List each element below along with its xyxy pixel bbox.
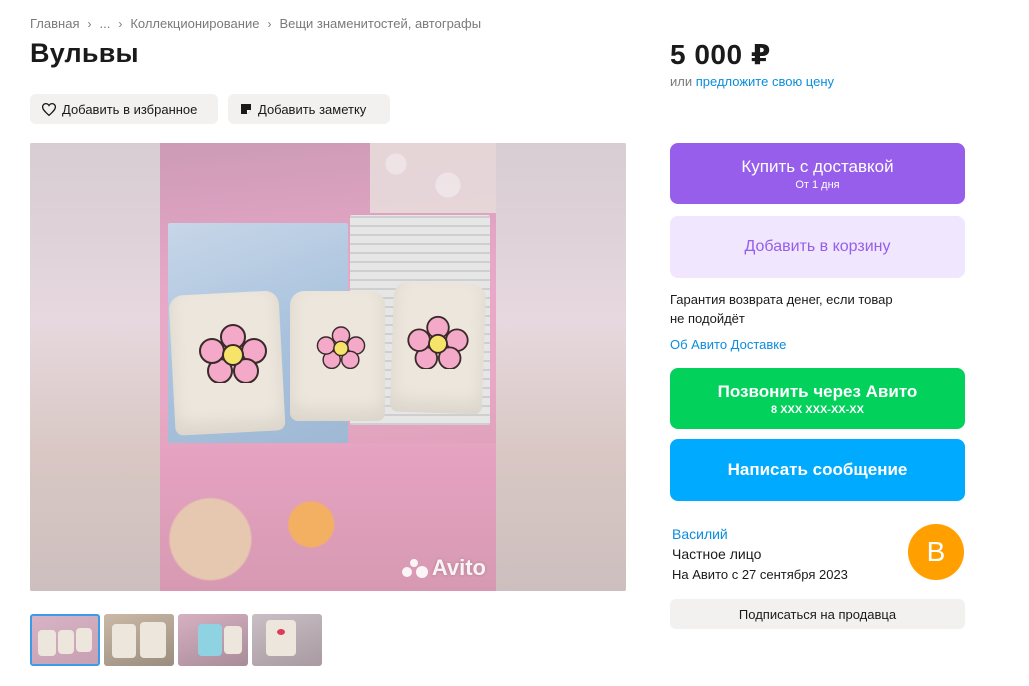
breadcrumb-ellipsis[interactable]: ... [99, 16, 110, 31]
avito-watermark: Avito [401, 555, 486, 581]
price: 5 000 ₽ [670, 39, 771, 70]
page-title: Вульвы [30, 38, 139, 68]
gallery-blur-right [496, 143, 626, 591]
offer-prefix: или [670, 74, 693, 89]
avito-watermark-text: Avito [431, 555, 486, 580]
money-back-guarantee: Гарантия возврата денег, если товар не п… [670, 290, 930, 328]
add-to-cart-label: Добавить в корзину [744, 238, 891, 255]
seller-avatar[interactable]: В [908, 524, 964, 580]
seller-name-link[interactable]: Василий [672, 526, 728, 542]
add-to-cart-button[interactable]: Добавить в корзину [670, 216, 965, 278]
heart-icon [42, 102, 56, 116]
add-note-label: Добавить заметку [258, 101, 367, 117]
flower-sticker-icon [407, 315, 469, 369]
add-note-button[interactable]: Добавить заметку [228, 94, 390, 124]
breadcrumb-collecting[interactable]: Коллекционирование [130, 16, 259, 31]
buy-button-sublabel: От 1 дня [795, 178, 840, 191]
photo-lace [370, 143, 496, 213]
breadcrumb-home[interactable]: Главная [30, 16, 79, 31]
guarantee-line-1: Гарантия возврата денег, если товар [670, 292, 893, 307]
thumbnail-3[interactable] [178, 614, 248, 666]
message-button-label: Написать сообщение [727, 460, 908, 479]
guarantee-line-2: не подойдёт [670, 311, 745, 326]
add-to-favorites-button[interactable]: Добавить в избранное [30, 94, 218, 124]
thumbnail-1[interactable] [30, 614, 100, 666]
main-photo[interactable]: Avito [160, 143, 496, 591]
chevron-right-icon: › [118, 16, 123, 31]
offer-price-link[interactable]: предложите свою цену [696, 74, 834, 89]
chevron-right-icon: › [87, 16, 92, 31]
note-icon [240, 103, 252, 115]
call-button-phone: 8 XXX XXX-XX-XX [771, 403, 864, 416]
gallery-blur-left [30, 143, 160, 591]
add-to-favorites-label: Добавить в избранное [62, 101, 198, 117]
thumbnail-strip [30, 614, 322, 666]
write-message-button[interactable]: Написать сообщение [670, 439, 965, 501]
buy-button-label: Купить с доставкой [741, 156, 894, 176]
call-via-avito-button[interactable]: Позвонить через Авито 8 XXX XXX-XX-XX [670, 368, 965, 429]
call-button-label: Позвонить через Авито [717, 381, 918, 401]
flower-sticker-icon [199, 324, 267, 383]
chevron-right-icon: › [267, 16, 272, 31]
about-delivery-link[interactable]: Об Авито Доставке [670, 337, 786, 352]
seller-type: Частное лицо [672, 546, 762, 562]
subscribe-to-seller-button[interactable]: Подписаться на продавца [670, 599, 965, 629]
thumbnail-2[interactable] [104, 614, 174, 666]
seller-since: На Авито с 27 сентября 2023 [672, 567, 848, 582]
price-offer: или предложите свою цену [670, 74, 834, 89]
photo-gallery[interactable]: Avito [30, 143, 626, 591]
breadcrumb-celebrity-items[interactable]: Вещи знаменитостей, автографы [279, 16, 481, 31]
breadcrumb: Главная › ... › Коллекционирование › Вещ… [30, 16, 481, 31]
avito-logo-icon [401, 557, 428, 579]
flower-sticker-icon [316, 326, 366, 369]
thumbnail-4[interactable] [252, 614, 322, 666]
buy-with-delivery-button[interactable]: Купить с доставкой От 1 дня [670, 143, 965, 204]
